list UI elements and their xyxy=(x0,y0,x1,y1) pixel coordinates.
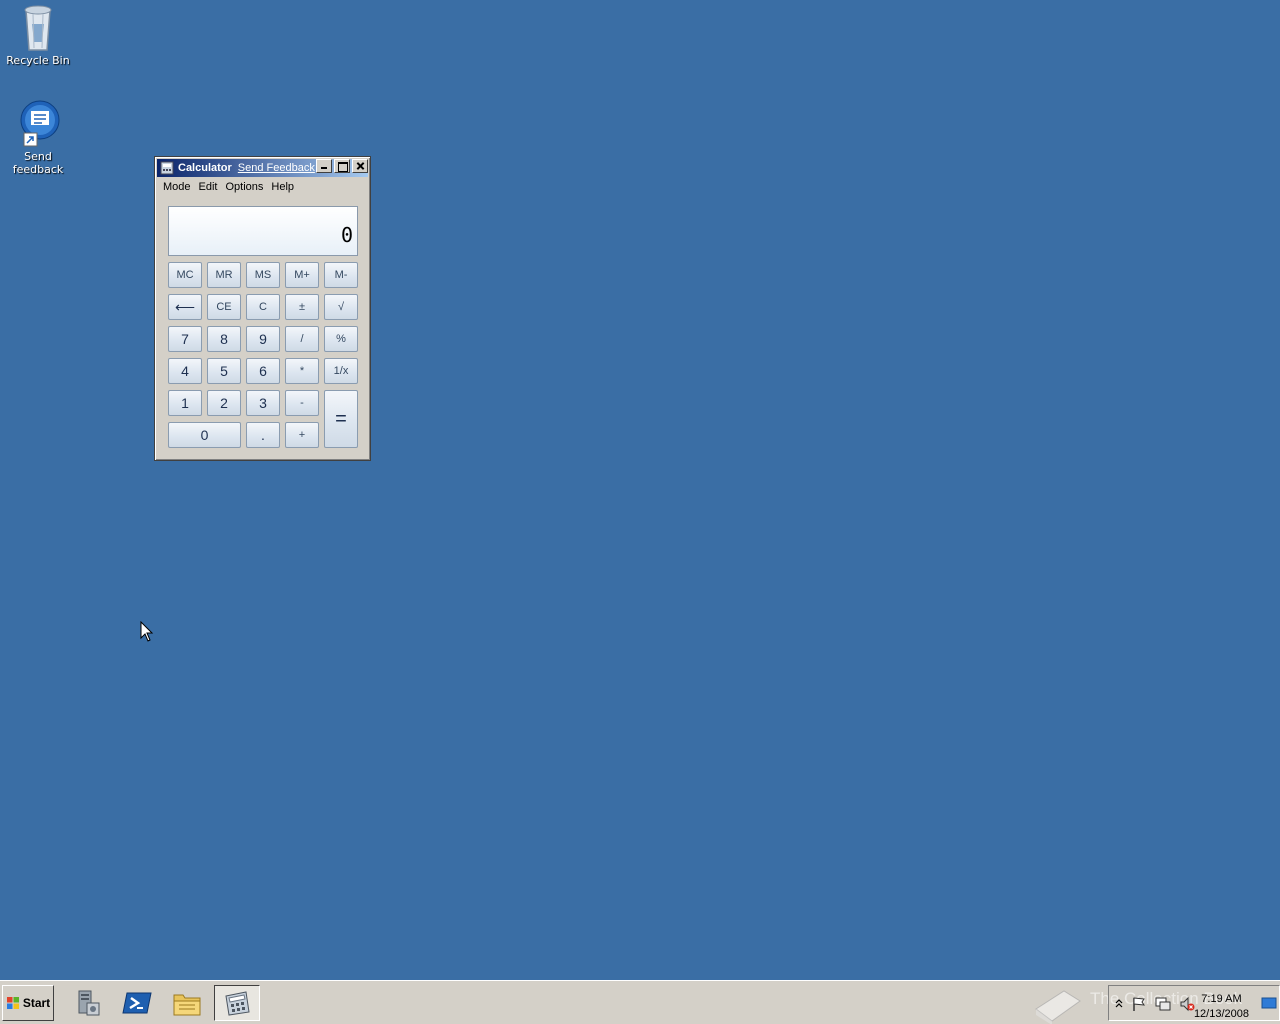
key-m-plus[interactable]: M+ xyxy=(285,262,319,288)
key-6[interactable]: 6 xyxy=(246,358,280,384)
key-9[interactable]: 9 xyxy=(246,326,280,352)
action-center-flag-icon[interactable] xyxy=(1131,996,1147,1012)
key-divide[interactable]: / xyxy=(285,326,319,352)
mouse-cursor-icon xyxy=(140,621,154,642)
recycle-bin-icon xyxy=(24,5,52,51)
menu-help[interactable]: Help xyxy=(269,181,300,193)
volume-muted-icon[interactable] xyxy=(1179,996,1195,1012)
calculator-icon xyxy=(225,991,250,1016)
feedback-bubble-icon xyxy=(20,100,60,147)
send-feedback-desktop-icon[interactable]: Send feedback xyxy=(0,100,76,176)
key-m-minus[interactable]: M- xyxy=(324,262,358,288)
send-feedback-link[interactable]: Send Feedback xyxy=(238,162,315,174)
key-subtract[interactable]: - xyxy=(285,390,319,416)
key-reciprocal[interactable]: 1/x xyxy=(324,358,358,384)
explorer-folder-icon xyxy=(173,994,201,1016)
key-add[interactable]: + xyxy=(285,422,319,448)
menu-mode[interactable]: Mode xyxy=(161,181,197,193)
clock-time: 7:19 AM xyxy=(1201,993,1242,1005)
key-8[interactable]: 8 xyxy=(207,326,241,352)
show-hidden-icons-chevron-icon[interactable] xyxy=(1115,998,1123,1008)
calculator-app-icon xyxy=(160,161,174,175)
recycle-bin-label: Recycle Bin xyxy=(6,54,70,67)
key-ce[interactable]: CE xyxy=(207,294,241,320)
calculator-display: 0 xyxy=(168,206,358,256)
window-title: Calculator xyxy=(178,162,232,174)
key-7[interactable]: 7 xyxy=(168,326,202,352)
minimize-button[interactable] xyxy=(316,159,332,173)
menu-options[interactable]: Options xyxy=(224,181,270,193)
show-desktop-icon[interactable] xyxy=(1261,996,1277,1010)
start-button[interactable]: Start xyxy=(2,985,54,1021)
key-multiply[interactable]: * xyxy=(285,358,319,384)
key-plus-minus[interactable]: ± xyxy=(285,294,319,320)
key-sqrt[interactable]: √ xyxy=(324,294,358,320)
maximize-button[interactable] xyxy=(334,159,350,173)
key-percent[interactable]: % xyxy=(324,326,358,352)
book-watermark-icon xyxy=(1035,990,1081,1024)
window-controls xyxy=(314,159,368,173)
key-backspace[interactable]: ⟵ xyxy=(168,294,202,320)
key-2[interactable]: 2 xyxy=(207,390,241,416)
start-label: Start xyxy=(22,996,51,1010)
key-1[interactable]: 1 xyxy=(168,390,202,416)
clock[interactable]: 7:19 AM 12/13/2008 xyxy=(1194,992,1249,1022)
key-c[interactable]: C xyxy=(246,294,280,320)
close-button[interactable] xyxy=(352,159,368,173)
server-manager-icon xyxy=(78,990,100,1016)
system-tray: 7:19 AM 12/13/2008 xyxy=(1108,985,1280,1021)
key-decimal[interactable]: . xyxy=(246,422,280,448)
key-mr[interactable]: MR xyxy=(207,262,241,288)
menu-bar: Mode Edit Options Help xyxy=(157,178,368,196)
key-3[interactable]: 3 xyxy=(246,390,280,416)
key-5[interactable]: 5 xyxy=(207,358,241,384)
key-4[interactable]: 4 xyxy=(168,358,202,384)
windows-logo-icon xyxy=(6,997,19,1009)
taskbar-powershell[interactable] xyxy=(114,985,160,1021)
key-0[interactable]: 0 xyxy=(168,422,241,448)
key-ms[interactable]: MS xyxy=(246,262,280,288)
menu-edit[interactable]: Edit xyxy=(197,181,224,193)
taskbar-calculator[interactable] xyxy=(214,985,260,1021)
send-feedback-label: Send feedback xyxy=(12,150,64,176)
key-mc[interactable]: MC xyxy=(168,262,202,288)
taskbar-explorer[interactable] xyxy=(164,985,210,1021)
calculator-window: Calculator Send Feedback Mode Edit Optio… xyxy=(154,156,371,461)
taskbar: Start The Book 7:19 AM 12/13/2008 xyxy=(0,980,1280,1024)
powershell-icon xyxy=(122,992,152,1014)
clock-date: 12/13/2008 xyxy=(1193,1008,1249,1020)
key-equals[interactable]: = xyxy=(324,390,358,448)
network-icon[interactable] xyxy=(1155,996,1171,1012)
taskbar-server-manager[interactable] xyxy=(64,985,110,1021)
recycle-bin-desktop-icon[interactable]: Recycle Bin xyxy=(0,2,76,67)
